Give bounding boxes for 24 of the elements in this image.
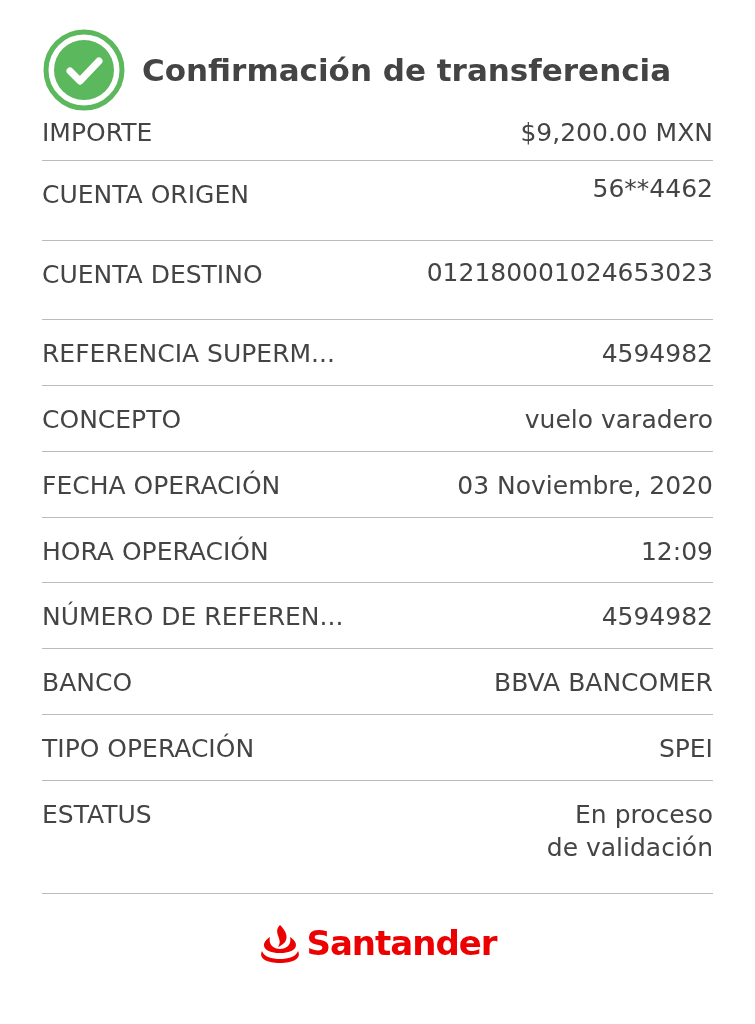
field-value: 4594982 — [601, 338, 713, 371]
field-value: 03 Noviembre, 2020 — [457, 469, 713, 502]
field-value: En proceso de validación — [546, 798, 713, 865]
field-label: HORA OPERACIÓN — [42, 535, 269, 568]
field-label: IMPORTE — [42, 117, 153, 149]
field-value: SPEI — [658, 732, 713, 765]
field-label: NÚMERO DE REFEREN... — [42, 600, 344, 634]
field-label: CUENTA DESTINO — [42, 258, 263, 291]
field-label: CONCEPTO — [42, 404, 182, 436]
field-label: REFERENCIA SUPERM... — [42, 338, 335, 371]
field-label: FECHA OPERACIÓN — [42, 469, 281, 502]
field-value: 4594982 — [601, 601, 713, 634]
field-value: $9,200.00 MXN — [520, 117, 713, 149]
field-label: CUENTA ORIGEN — [42, 178, 249, 211]
field-value: 12:09 — [640, 535, 713, 568]
field-value: 012180001024653023 — [426, 256, 713, 289]
field-value: BBVA BANCOMER — [494, 667, 713, 699]
field-label: ESTATUS — [42, 798, 152, 831]
field-label: TIPO OPERACIÓN — [42, 732, 255, 765]
field-label: BANCO — [42, 667, 133, 699]
page-title: Confirmación de transferencia — [142, 50, 672, 90]
field-value: vuelo varadero — [524, 404, 713, 436]
field-value: 56**4462 — [592, 172, 713, 205]
brand-logo-text: Santander — [306, 922, 497, 965]
